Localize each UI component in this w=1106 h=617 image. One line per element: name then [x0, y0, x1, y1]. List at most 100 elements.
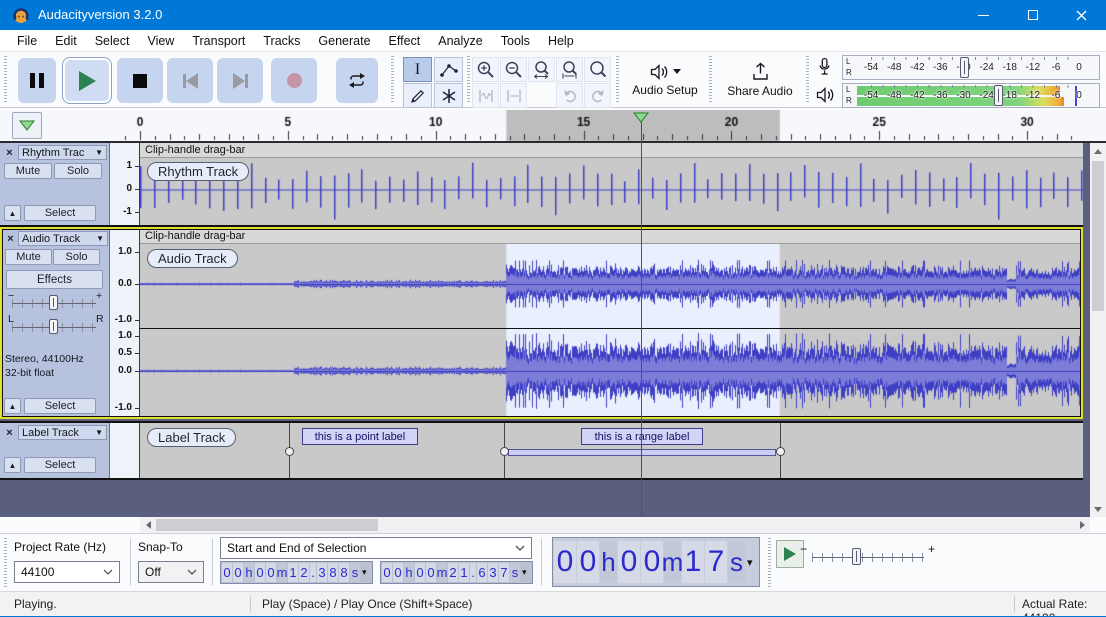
time-digit[interactable]: 2: [299, 563, 309, 582]
time-digit[interactable]: 0: [415, 563, 425, 582]
playhead-triangle-icon[interactable]: [633, 112, 649, 123]
horizontal-scrollbar-thumb[interactable]: [156, 519, 378, 531]
silence-audio-button[interactable]: [500, 83, 527, 108]
label-handle[interactable]: [500, 447, 509, 456]
zoom-out-button[interactable]: [500, 57, 527, 82]
time-digit[interactable]: 0: [554, 541, 576, 583]
fit-project-button[interactable]: [556, 57, 583, 82]
time-digit[interactable]: 0: [255, 563, 265, 582]
record-meter-mic-button[interactable]: [811, 55, 838, 79]
multi-tool-button[interactable]: [434, 83, 463, 108]
time-unit[interactable]: h: [244, 563, 254, 582]
pause-button[interactable]: [18, 58, 56, 103]
time-digit[interactable]: 3: [488, 563, 498, 582]
menu-item-edit[interactable]: Edit: [46, 31, 86, 51]
menu-item-effect[interactable]: Effect: [380, 31, 430, 51]
time-digit[interactable]: 7: [499, 563, 509, 582]
selection-toolbar-grip[interactable]: [4, 538, 7, 588]
timeline-ruler-canvas[interactable]: [0, 110, 1106, 141]
timeline-ruler[interactable]: [0, 110, 1106, 141]
time-unit[interactable]: s: [728, 541, 745, 583]
chevron-down-icon[interactable]: ▾: [362, 567, 367, 578]
audio-track-name-badge[interactable]: Audio Track: [147, 249, 238, 268]
label-track-select-button[interactable]: Select: [24, 457, 96, 473]
time-digit[interactable]: 8: [339, 563, 349, 582]
audio-setup-toolbar-grip[interactable]: [616, 56, 619, 104]
label-track-content[interactable]: Label Track this is a point labelthis is…: [140, 423, 1083, 478]
loop-button[interactable]: [336, 58, 378, 103]
time-digit[interactable]: 6: [477, 563, 487, 582]
recording-meter[interactable]: LR-54-48-42-36-30-24-18-12-60: [842, 55, 1100, 80]
record-button[interactable]: [271, 58, 317, 103]
audio-position-time-display[interactable]: 00h00m17s▾: [552, 537, 760, 587]
time-digit[interactable]: 2: [448, 563, 458, 582]
time-digit[interactable]: 0: [382, 563, 392, 582]
time-digit[interactable]: 0: [266, 563, 276, 582]
menu-item-analyze[interactable]: Analyze: [429, 31, 491, 51]
horizontal-scrollbar[interactable]: [140, 517, 1090, 533]
label-track-menu-button[interactable]: Label Track▼: [18, 425, 107, 440]
time-digit[interactable]: 0: [222, 563, 232, 582]
menu-item-tracks[interactable]: Tracks: [254, 31, 309, 51]
selection-mode-combobox[interactable]: Start and End of Selection: [220, 537, 532, 559]
audio-track-waveform-left[interactable]: [140, 244, 1083, 328]
redo-button[interactable]: [584, 83, 611, 108]
stop-button[interactable]: [117, 58, 163, 103]
rhythm-track-name-badge[interactable]: Rhythm Track: [147, 162, 249, 181]
meter-toolbar-grip[interactable]: [806, 56, 809, 104]
audio-track-collapse-button[interactable]: ▲: [4, 398, 21, 414]
minimize-button[interactable]: [959, 0, 1008, 30]
audio-track-close-button[interactable]: ×: [4, 232, 17, 245]
transport-toolbar-grip[interactable]: [4, 56, 7, 104]
time-unit[interactable]: m: [437, 563, 447, 582]
label-track-close-button[interactable]: ×: [3, 426, 16, 439]
skip-to-start-button[interactable]: [167, 58, 213, 103]
menu-item-file[interactable]: File: [8, 31, 46, 51]
time-digit[interactable]: 8: [328, 563, 338, 582]
gain-slider-thumb[interactable]: [49, 295, 58, 310]
chevron-down-icon[interactable]: ▾: [522, 567, 527, 578]
rhythm-track-mute-button[interactable]: Mute: [4, 163, 52, 179]
time-unit[interactable]: s: [350, 563, 360, 582]
audio-track-effects-button[interactable]: Effects: [6, 270, 103, 289]
rhythm-track-close-button[interactable]: ×: [3, 146, 16, 159]
undo-button[interactable]: [556, 83, 583, 108]
menu-item-help[interactable]: Help: [539, 31, 583, 51]
audio-track-vertical-ruler[interactable]: 1.00.0-1.01.00.50.0-1.0: [110, 229, 140, 417]
play-button[interactable]: [62, 57, 112, 104]
snap-to-combobox[interactable]: Off: [138, 561, 204, 583]
time-digit[interactable]: .: [310, 563, 316, 582]
draw-tool-button[interactable]: [403, 83, 432, 108]
playback-meter-speaker-button[interactable]: [811, 83, 838, 107]
selection-tool-button[interactable]: I: [403, 57, 432, 82]
time-digit[interactable]: 1: [682, 541, 704, 583]
time-digit[interactable]: 0: [618, 541, 640, 583]
zoom-toggle-button[interactable]: [584, 57, 611, 82]
time-unit[interactable]: m: [277, 563, 287, 582]
time-digit[interactable]: 1: [288, 563, 298, 582]
trim-audio-button[interactable]: [472, 83, 499, 108]
rhythm-track-solo-button[interactable]: Solo: [54, 163, 102, 179]
menu-item-transport[interactable]: Transport: [183, 31, 254, 51]
audio-setup-button[interactable]: Audio Setup: [622, 56, 708, 104]
rhythm-track-menu-button[interactable]: Rhythm Trac▼: [18, 145, 107, 160]
time-digit[interactable]: 0: [577, 541, 599, 583]
audio-track-menu-button[interactable]: Audio Track▼: [18, 231, 108, 246]
selection-start-time-field[interactable]: 00h00m12.388s▾: [220, 561, 373, 584]
scroll-down-button[interactable]: [1090, 501, 1106, 517]
vertical-scrollbar-thumb[interactable]: [1092, 161, 1104, 311]
play-speed-slider-thumb[interactable]: [852, 548, 861, 565]
rhythm-track-select-button[interactable]: Select: [24, 205, 96, 221]
audio-track-mute-button[interactable]: Mute: [5, 249, 52, 265]
time-unit[interactable]: m: [664, 541, 681, 583]
pan-slider-thumb[interactable]: [49, 319, 58, 334]
rhythm-track-vertical-ruler[interactable]: 10-1: [110, 143, 140, 225]
time-digit[interactable]: .: [470, 563, 476, 582]
fit-selection-button[interactable]: [528, 57, 555, 82]
rhythm-track-waveform[interactable]: [140, 158, 1083, 225]
project-rate-combobox[interactable]: 44100: [14, 561, 120, 583]
time-digit[interactable]: 0: [641, 541, 663, 583]
menu-item-view[interactable]: View: [138, 31, 183, 51]
audio-clip-header[interactable]: Clip-handle drag-bar: [140, 229, 1083, 244]
playback-meter[interactable]: LR-54-48-42-36-30-24-18-12-60: [842, 83, 1100, 108]
